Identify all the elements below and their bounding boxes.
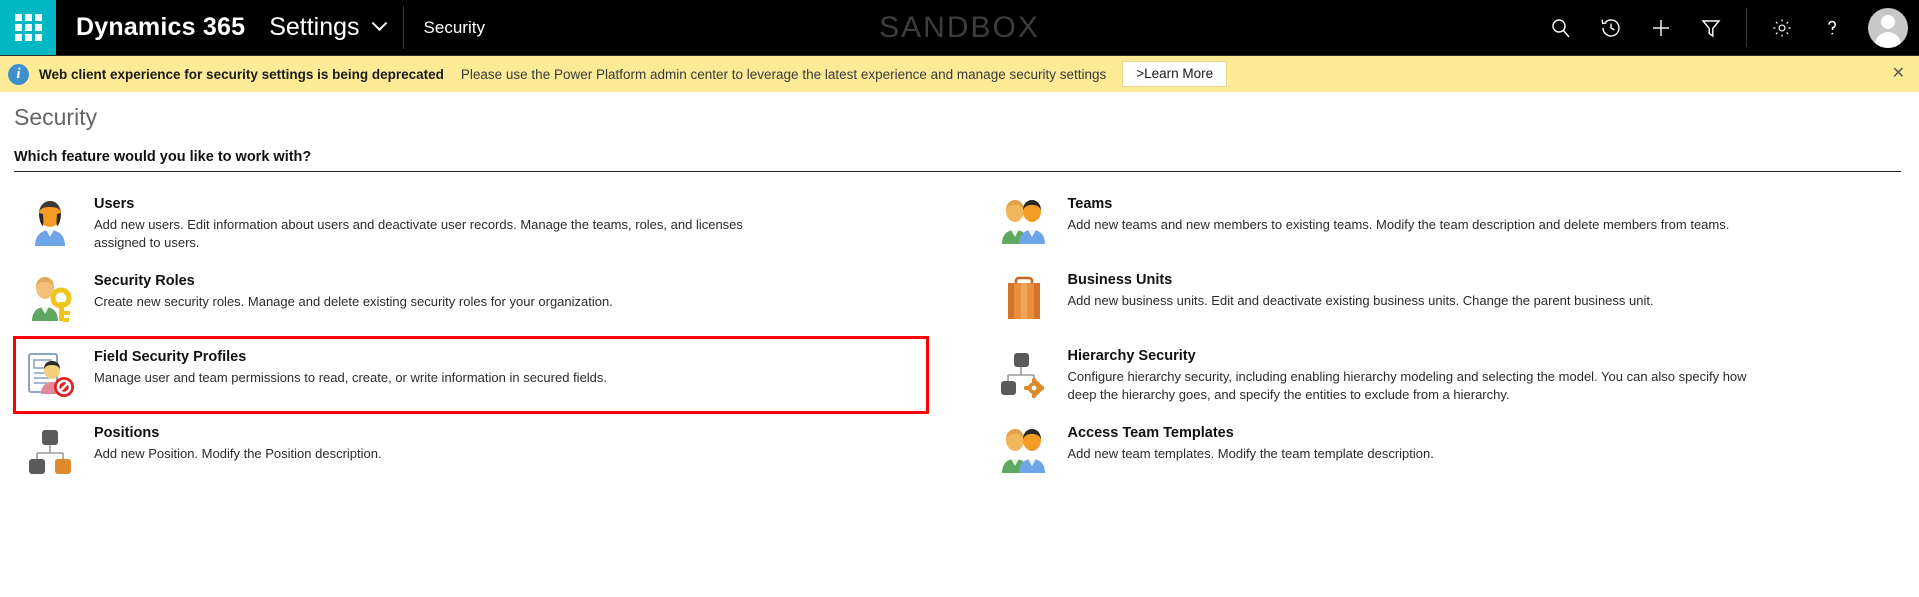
feature-description: Add new team templates. Modify the team … (1067, 446, 1434, 462)
feature-item-hierarchy-security[interactable]: Hierarchy Security Configure hierarchy s… (988, 336, 1902, 413)
gear-icon[interactable] (1757, 0, 1807, 55)
app-selector[interactable]: Settings (245, 0, 402, 55)
feature-title[interactable]: Business Units (1068, 272, 1654, 288)
feature-text: Users Add new users. Edit information ab… (94, 194, 794, 251)
feature-title[interactable]: Access Team Templates (1068, 425, 1434, 441)
teams-icon (992, 194, 1056, 250)
feature-item-security-roles[interactable]: Security Roles Create new security roles… (14, 261, 928, 337)
feature-item-users[interactable]: Users Add new users. Edit information ab… (14, 184, 928, 261)
info-icon: i (8, 63, 29, 85)
app-selector-label: Settings (269, 13, 360, 41)
feature-text: Business Units Add new business units. E… (1068, 270, 1654, 310)
waffle-icon (14, 14, 42, 41)
field-security-profiles-icon (18, 347, 82, 403)
feature-text: Hierarchy Security Configure hierarchy s… (1068, 346, 1768, 403)
feature-grid: Users Add new users. Edit information ab… (13, 176, 1902, 489)
feature-item-access-team-templates[interactable]: Access Team Templates Add new team templ… (988, 413, 1902, 489)
user-icon (18, 194, 82, 250)
feature-description: Configure hierarchy security, including … (1067, 369, 1747, 402)
brand-title: Dynamics 365 (76, 13, 246, 41)
feature-title[interactable]: Users (94, 196, 794, 212)
notification-title: Web client experience for security setti… (39, 66, 444, 82)
feature-text: Positions Add new Position. Modify the P… (94, 423, 382, 463)
feature-title[interactable]: Teams (1068, 196, 1730, 212)
access-team-templates-icon (992, 423, 1056, 479)
page-context-label: Security (423, 17, 485, 37)
close-icon[interactable]: ✕ (1892, 66, 1905, 82)
feature-column-right: Teams Add new teams and new members to e… (988, 184, 1902, 489)
positions-icon (18, 423, 82, 479)
security-roles-icon (18, 271, 82, 327)
hierarchy-security-icon (992, 346, 1056, 402)
feature-item-teams[interactable]: Teams Add new teams and new members to e… (988, 184, 1902, 260)
feature-title[interactable]: Security Roles (94, 273, 613, 289)
history-icon[interactable] (1586, 0, 1636, 55)
feature-description: Add new Position. Modify the Position de… (94, 446, 382, 462)
topbar-actions (1536, 0, 1919, 55)
feature-text: Teams Add new teams and new members to e… (1068, 194, 1730, 234)
help-icon[interactable] (1807, 0, 1857, 55)
filter-icon[interactable] (1686, 0, 1736, 55)
feature-description: Add new business units. Edit and deactiv… (1067, 293, 1654, 308)
avatar[interactable] (1857, 0, 1919, 55)
top-navigation-bar: Dynamics 365 Settings Security SANDBOX (0, 0, 1919, 56)
feature-description: Add new teams and new members to existin… (1067, 217, 1730, 232)
plus-icon[interactable] (1636, 0, 1686, 55)
feature-text: Security Roles Create new security roles… (94, 271, 613, 311)
feature-description: Create new security roles. Manage and de… (94, 294, 613, 310)
feature-title[interactable]: Positions (94, 425, 382, 441)
feature-description: Manage user and team permissions to read… (94, 370, 608, 386)
learn-more-button[interactable]: >Learn More (1122, 60, 1228, 88)
feature-item-business-units[interactable]: Business Units Add new business units. E… (988, 260, 1902, 336)
notification-message: Please use the Power Platform admin cent… (460, 66, 1107, 82)
search-icon[interactable] (1536, 0, 1586, 55)
app-launcher-button[interactable] (0, 0, 56, 55)
notification-bar: i Web client experience for security set… (0, 56, 1919, 92)
feature-text: Access Team Templates Add new team templ… (1068, 423, 1434, 463)
feature-title[interactable]: Field Security Profiles (94, 349, 607, 365)
avatar-image (1868, 7, 1908, 48)
feature-column-left: Users Add new users. Edit information ab… (13, 184, 929, 489)
feature-title[interactable]: Hierarchy Security (1068, 348, 1768, 364)
security-feature-area: Which feature would you like to work wit… (0, 137, 1919, 489)
chevron-down-icon (371, 15, 387, 32)
feature-item-field-security-profiles[interactable]: Field Security Profiles Manage user and … (13, 336, 929, 415)
feature-item-positions[interactable]: Positions Add new Position. Modify the P… (14, 413, 928, 489)
section-question: Which feature would you like to work wit… (14, 149, 1901, 172)
feature-text: Field Security Profiles Manage user and … (94, 347, 607, 387)
page-title: Security (14, 104, 98, 130)
topbar-separator (1746, 8, 1747, 47)
feature-description: Add new users. Edit information about us… (94, 217, 743, 250)
business-units-icon (992, 270, 1056, 326)
